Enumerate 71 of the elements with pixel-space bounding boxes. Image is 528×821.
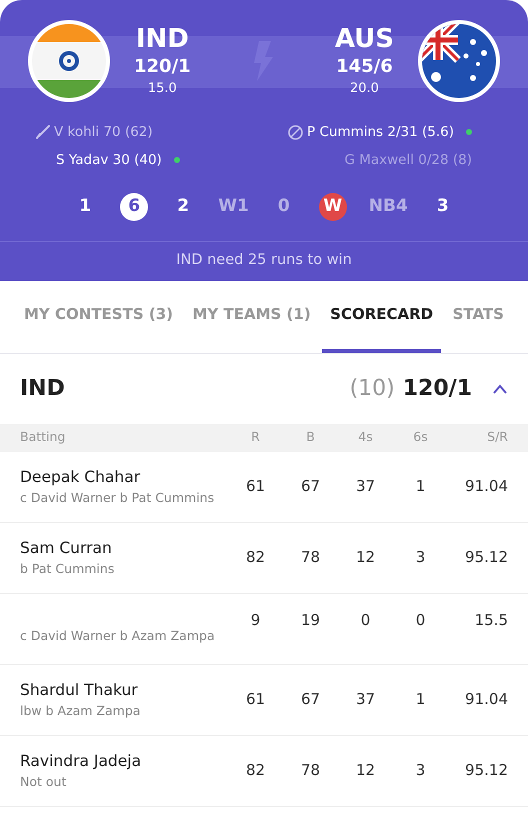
ball-result: 2 — [176, 194, 190, 218]
team-code: AUS — [334, 23, 394, 56]
batter-stat: V kohli 70 (62) — [54, 123, 153, 142]
table-cell-text: 37 — [354, 476, 376, 498]
column-header: 6s — [412, 428, 429, 446]
player-name: Deepak Chahar — [20, 466, 142, 488]
table-cell-text: 61 — [244, 476, 266, 498]
team-score: 145/6 — [336, 55, 393, 80]
tab[interactable]: SCORECARD — [322, 280, 442, 352]
dismissal-text: c David Warner b Pat Cummins — [20, 488, 216, 507]
bowler-stat: G Maxwell 0/28 (8) — [344, 151, 472, 170]
table-cell-text: 91.04 — [464, 689, 508, 710]
column-header: S/R — [486, 428, 508, 446]
table-cell-text: 1 — [414, 689, 426, 710]
table-cell-text: 9 — [250, 610, 262, 632]
table-cell-text: 0 — [414, 610, 426, 632]
column-header: Batting — [20, 428, 66, 446]
table-cell-text: 78 — [300, 547, 322, 568]
column-header: R — [250, 428, 261, 446]
match-status: IND need 25 runs to win — [176, 251, 352, 270]
table-cell-text: 0 — [360, 610, 372, 632]
ball-result: W1 — [218, 194, 249, 218]
player-name: Ravindra Jadeja — [20, 750, 142, 772]
innings-overs: (10) — [350, 375, 395, 403]
batter-stat: S Yadav 30 (40) — [56, 151, 162, 170]
dismissal-text: lbw b Azam Zampa — [20, 702, 142, 720]
bowler-stat: P Cummins 2/31 (5.6) — [307, 123, 454, 142]
table-cell-text: 78 — [300, 760, 322, 782]
flag-icon — [418, 20, 500, 102]
table-cell-text: 12 — [354, 760, 376, 782]
table-cell-text: 1 — [414, 476, 426, 498]
innings-score: 120/1 — [402, 375, 472, 403]
bat-icon — [36, 125, 50, 140]
table-cell-text: 19 — [300, 610, 322, 632]
team-code: IND — [136, 23, 189, 56]
ball-result: 3 — [436, 194, 450, 218]
table-cell-text: 82 — [244, 547, 266, 568]
innings-team: IND — [20, 375, 65, 403]
tab[interactable]: MY CONTESTS (3) — [16, 280, 182, 352]
ball-result: 0 — [276, 194, 291, 218]
table-cell-text: 3 — [414, 547, 426, 568]
tab[interactable]: STATS — [444, 280, 512, 352]
player-name: Sam Curran — [20, 538, 113, 558]
collapse-icon[interactable] — [492, 384, 508, 394]
table-cell-text: 91.04 — [464, 476, 508, 498]
dismissal-text: c David Warner b Azam Zampa — [20, 627, 216, 646]
column-header: B — [305, 428, 316, 446]
team-overs: 20.0 — [350, 80, 379, 98]
ball-result: 6 — [120, 192, 148, 220]
team-score: 120/1 — [134, 55, 191, 80]
ball-result: 1 — [78, 194, 92, 218]
ball-icon — [288, 124, 304, 140]
table-cell-text: 82 — [244, 760, 266, 782]
table-cell-text: 67 — [300, 689, 322, 710]
table-cell-text: 61 — [244, 689, 266, 710]
tab[interactable]: MY TEAMS (1) — [184, 280, 319, 352]
player-name: Shardul Thakur — [20, 680, 139, 700]
table-cell-text: 3 — [414, 760, 426, 782]
dismissal-text: b Pat Cummins — [20, 560, 116, 578]
table-cell-text: 95.12 — [464, 547, 508, 568]
ball-result: W — [318, 192, 347, 220]
team-overs: 15.0 — [148, 80, 177, 98]
ball-result: NB4 — [368, 194, 408, 218]
flag-icon — [28, 20, 110, 102]
table-cell-text: 37 — [354, 689, 376, 710]
table-cell-text: 95.12 — [464, 760, 508, 782]
column-header: 4s — [357, 428, 374, 446]
table-cell-text: 67 — [300, 476, 322, 498]
dismissal-text: Not out — [20, 772, 68, 791]
table-cell-text: 15.5 — [474, 610, 508, 632]
table-cell-text: 12 — [354, 547, 376, 568]
